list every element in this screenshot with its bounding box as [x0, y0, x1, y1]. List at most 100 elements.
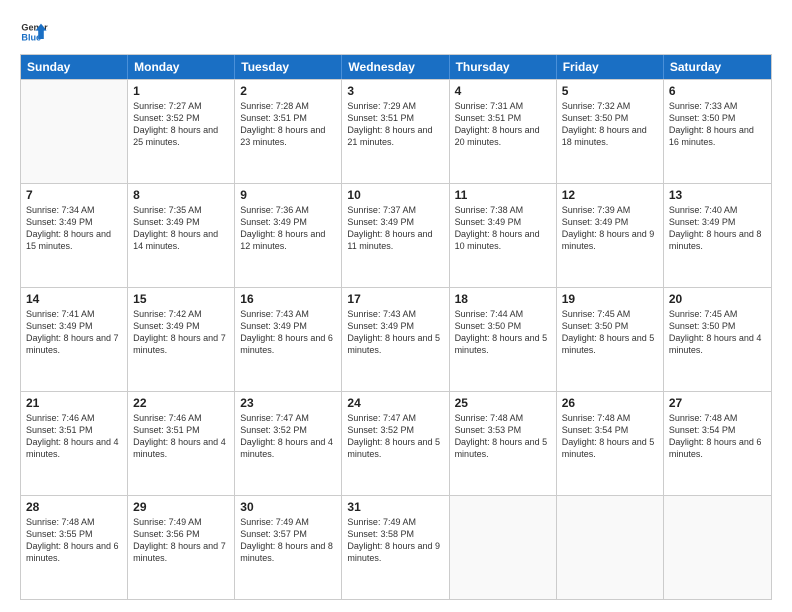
calendar-cell: 12 Sunrise: 7:39 AMSunset: 3:49 PMDayligh…	[557, 184, 664, 287]
day-number: 13	[669, 188, 766, 202]
svg-text:Blue: Blue	[21, 32, 41, 42]
cell-info: Sunrise: 7:49 AMSunset: 3:57 PMDaylight:…	[240, 517, 333, 563]
header-day: Friday	[557, 55, 664, 79]
calendar-cell: 21 Sunrise: 7:46 AMSunset: 3:51 PMDayligh…	[21, 392, 128, 495]
calendar-cell: 10Sunrise: 7:37 AMSunset: 3:49 PMDayligh…	[342, 184, 449, 287]
cell-info: Sunrise: 7:41 AMSunset: 3:49 PMDaylight:…	[26, 309, 119, 355]
day-number: 18	[455, 292, 551, 306]
header-day: Wednesday	[342, 55, 449, 79]
day-number: 2	[240, 84, 336, 98]
day-number: 9	[240, 188, 336, 202]
calendar-cell: 23Sunrise: 7:47 AMSunset: 3:52 PMDayligh…	[235, 392, 342, 495]
cell-info: Sunrise: 7:42 AMSunset: 3:49 PMDaylight:…	[133, 309, 226, 355]
day-number: 19	[562, 292, 658, 306]
calendar-cell: 31 Sunrise: 7:49 AMSunset: 3:58 PMDayligh…	[342, 496, 449, 599]
day-number: 17	[347, 292, 443, 306]
cell-info: Sunrise: 7:45 AMSunset: 3:50 PMDaylight:…	[562, 309, 655, 355]
cell-info: Sunrise: 7:43 AMSunset: 3:49 PMDaylight:…	[240, 309, 333, 355]
calendar-row: 28 Sunrise: 7:48 AMSunset: 3:55 PMDayligh…	[21, 495, 771, 599]
day-number: 28	[26, 500, 122, 514]
cell-info: Sunrise: 7:48 AMSunset: 3:53 PMDaylight:…	[455, 413, 548, 459]
cell-info: Sunrise: 7:40 AMSunset: 3:49 PMDaylight:…	[669, 205, 762, 251]
day-number: 22	[133, 396, 229, 410]
cell-info: Sunrise: 7:43 AMSunset: 3:49 PMDaylight:…	[347, 309, 440, 355]
page: General Blue SundayMondayTuesdayWednesda…	[0, 0, 792, 612]
day-number: 29	[133, 500, 229, 514]
logo-icon: General Blue	[20, 18, 48, 46]
calendar-cell: 9 Sunrise: 7:36 AMSunset: 3:49 PMDaylight…	[235, 184, 342, 287]
day-number: 15	[133, 292, 229, 306]
logo: General Blue	[20, 18, 48, 46]
calendar-cell: 6Sunrise: 7:33 AMSunset: 3:50 PMDaylight…	[664, 80, 771, 183]
header-day: Saturday	[664, 55, 771, 79]
day-number: 6	[669, 84, 766, 98]
day-number: 27	[669, 396, 766, 410]
cell-info: Sunrise: 7:49 AMSunset: 3:58 PMDaylight:…	[347, 517, 440, 563]
day-number: 23	[240, 396, 336, 410]
day-number: 7	[26, 188, 122, 202]
calendar-cell: 19 Sunrise: 7:45 AMSunset: 3:50 PMDayligh…	[557, 288, 664, 391]
day-number: 25	[455, 396, 551, 410]
calendar-cell: 13 Sunrise: 7:40 AMSunset: 3:49 PMDayligh…	[664, 184, 771, 287]
header: General Blue	[20, 18, 772, 46]
calendar-cell: 1 Sunrise: 7:27 AMSunset: 3:52 PMDaylight…	[128, 80, 235, 183]
cell-info: Sunrise: 7:47 AMSunset: 3:52 PMDaylight:…	[347, 413, 440, 459]
cell-info: Sunrise: 7:36 AMSunset: 3:49 PMDaylight:…	[240, 205, 325, 251]
calendar-cell: 3Sunrise: 7:29 AMSunset: 3:51 PMDaylight…	[342, 80, 449, 183]
cell-info: Sunrise: 7:49 AMSunset: 3:56 PMDaylight:…	[133, 517, 226, 563]
calendar-row: 1 Sunrise: 7:27 AMSunset: 3:52 PMDaylight…	[21, 79, 771, 183]
header-day: Sunday	[21, 55, 128, 79]
day-number: 5	[562, 84, 658, 98]
day-number: 20	[669, 292, 766, 306]
calendar-cell: 30 Sunrise: 7:49 AMSunset: 3:57 PMDayligh…	[235, 496, 342, 599]
calendar-cell: 26 Sunrise: 7:48 AMSunset: 3:54 PMDayligh…	[557, 392, 664, 495]
cell-info: Sunrise: 7:39 AMSunset: 3:49 PMDaylight:…	[562, 205, 655, 251]
header-day: Monday	[128, 55, 235, 79]
calendar-header: SundayMondayTuesdayWednesdayThursdayFrid…	[21, 55, 771, 79]
day-number: 11	[455, 188, 551, 202]
day-number: 24	[347, 396, 443, 410]
day-number: 1	[133, 84, 229, 98]
calendar-row: 14Sunrise: 7:41 AMSunset: 3:49 PMDayligh…	[21, 287, 771, 391]
header-day: Tuesday	[235, 55, 342, 79]
cell-info: Sunrise: 7:35 AMSunset: 3:49 PMDaylight:…	[133, 205, 218, 251]
day-number: 10	[347, 188, 443, 202]
cell-info: Sunrise: 7:28 AMSunset: 3:51 PMDaylight:…	[240, 101, 325, 147]
cell-info: Sunrise: 7:38 AMSunset: 3:49 PMDaylight:…	[455, 205, 540, 251]
day-number: 4	[455, 84, 551, 98]
cell-info: Sunrise: 7:31 AMSunset: 3:51 PMDaylight:…	[455, 101, 540, 147]
calendar-cell	[21, 80, 128, 183]
calendar-cell: 4 Sunrise: 7:31 AMSunset: 3:51 PMDaylight…	[450, 80, 557, 183]
calendar-cell	[557, 496, 664, 599]
calendar: SundayMondayTuesdayWednesdayThursdayFrid…	[20, 54, 772, 600]
calendar-cell: 8Sunrise: 7:35 AMSunset: 3:49 PMDaylight…	[128, 184, 235, 287]
cell-info: Sunrise: 7:45 AMSunset: 3:50 PMDaylight:…	[669, 309, 762, 355]
calendar-cell: 15 Sunrise: 7:42 AMSunset: 3:49 PMDayligh…	[128, 288, 235, 391]
calendar-body: 1 Sunrise: 7:27 AMSunset: 3:52 PMDaylight…	[21, 79, 771, 599]
calendar-row: 7Sunrise: 7:34 AMSunset: 3:49 PMDaylight…	[21, 183, 771, 287]
cell-info: Sunrise: 7:48 AMSunset: 3:54 PMDaylight:…	[669, 413, 762, 459]
day-number: 30	[240, 500, 336, 514]
calendar-cell: 14Sunrise: 7:41 AMSunset: 3:49 PMDayligh…	[21, 288, 128, 391]
day-number: 31	[347, 500, 443, 514]
calendar-cell: 25 Sunrise: 7:48 AMSunset: 3:53 PMDayligh…	[450, 392, 557, 495]
day-number: 12	[562, 188, 658, 202]
cell-info: Sunrise: 7:48 AMSunset: 3:54 PMDaylight:…	[562, 413, 655, 459]
calendar-cell: 18 Sunrise: 7:44 AMSunset: 3:50 PMDayligh…	[450, 288, 557, 391]
calendar-cell: 24 Sunrise: 7:47 AMSunset: 3:52 PMDayligh…	[342, 392, 449, 495]
calendar-cell	[664, 496, 771, 599]
day-number: 26	[562, 396, 658, 410]
calendar-cell: 27 Sunrise: 7:48 AMSunset: 3:54 PMDayligh…	[664, 392, 771, 495]
calendar-cell: 7Sunrise: 7:34 AMSunset: 3:49 PMDaylight…	[21, 184, 128, 287]
calendar-cell: 16 Sunrise: 7:43 AMSunset: 3:49 PMDayligh…	[235, 288, 342, 391]
day-number: 16	[240, 292, 336, 306]
day-number: 3	[347, 84, 443, 98]
day-number: 21	[26, 396, 122, 410]
calendar-row: 21 Sunrise: 7:46 AMSunset: 3:51 PMDayligh…	[21, 391, 771, 495]
calendar-cell: 17 Sunrise: 7:43 AMSunset: 3:49 PMDayligh…	[342, 288, 449, 391]
calendar-cell: 5Sunrise: 7:32 AMSunset: 3:50 PMDaylight…	[557, 80, 664, 183]
cell-info: Sunrise: 7:44 AMSunset: 3:50 PMDaylight:…	[455, 309, 548, 355]
cell-info: Sunrise: 7:46 AMSunset: 3:51 PMDaylight:…	[26, 413, 119, 459]
cell-info: Sunrise: 7:27 AMSunset: 3:52 PMDaylight:…	[133, 101, 218, 147]
cell-info: Sunrise: 7:48 AMSunset: 3:55 PMDaylight:…	[26, 517, 119, 563]
